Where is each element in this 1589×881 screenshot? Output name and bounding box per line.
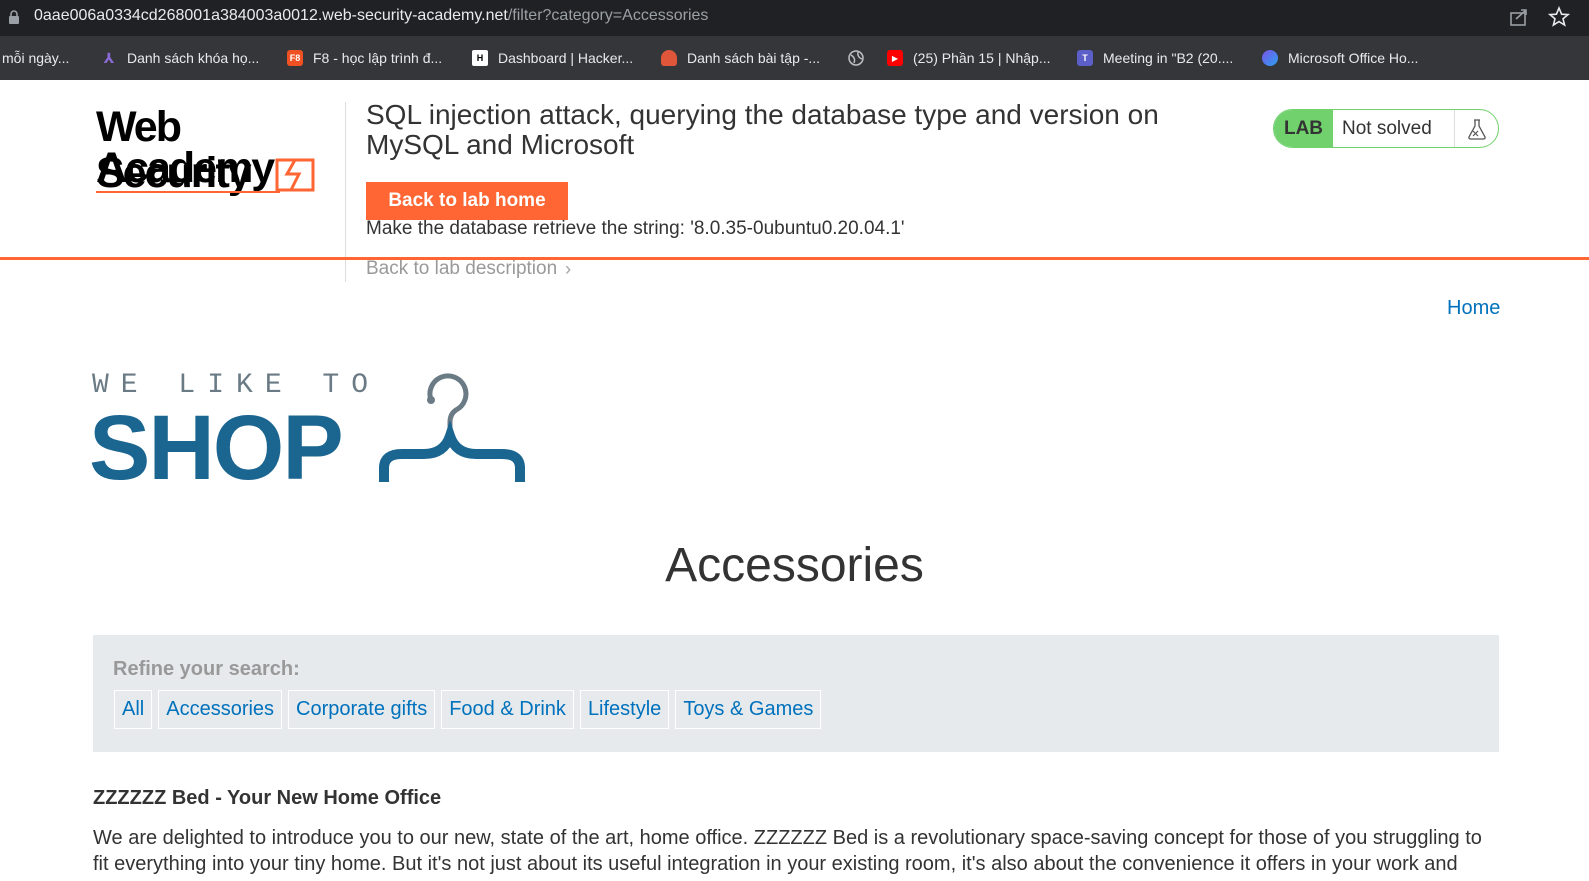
bookmark-item[interactable]: Danh sách bài tập -... <box>661 48 820 68</box>
category-title: Accessories <box>665 539 924 592</box>
bookmark-label: Meeting in "B2 (20.... <box>1103 50 1234 66</box>
bookmark-item[interactable] <box>848 48 874 68</box>
url-host: 0aae006a0334cd268001a384003a0012.web-sec… <box>34 7 508 24</box>
bookmark-item[interactable]: T Meeting in "B2 (20.... <box>1077 48 1233 68</box>
browser-address-bar[interactable]: 0aae006a0334cd268001a384003a0012.web-sec… <box>0 0 1589 36</box>
bookmark-label: Danh sách khóa họ... <box>127 50 260 66</box>
bookmark-item[interactable]: F8 F8 - học lập trình đ... <box>287 48 442 68</box>
back-description-label: Back to lab description <box>366 258 558 279</box>
flask-icon <box>1455 110 1498 147</box>
bookmark-label: F8 - học lập trình đ... <box>313 50 443 66</box>
we-like-to-shop-logo: WE LIKE TO SHOP <box>89 368 532 498</box>
shop-name: SHOP <box>89 397 344 499</box>
logo-line2: Academy <box>96 144 275 192</box>
bookmark-label: Microsoft Office Ho... <box>1288 50 1419 66</box>
url-text[interactable]: 0aae006a0334cd268001a384003a0012.web-sec… <box>34 7 708 25</box>
refine-search-label: Refine your search: <box>113 658 300 680</box>
logo-bolt-icon <box>275 158 315 192</box>
office-icon <box>1262 50 1278 66</box>
header-divider <box>345 102 346 282</box>
globe-icon <box>848 50 864 66</box>
home-link[interactable]: Home <box>1447 297 1500 320</box>
hanger-icon <box>379 373 525 482</box>
category-filters: All Accessories Corporate gifts Food & D… <box>114 690 827 729</box>
teams-icon: T <box>1077 50 1093 66</box>
lab-title: SQL injection attack, querying the datab… <box>366 99 1159 160</box>
academy-icon: ⅄ <box>103 49 115 66</box>
lock-icon <box>9 10 19 24</box>
bookmark-item[interactable]: Microsoft Office Ho... <box>1262 48 1418 68</box>
logo-underline <box>96 191 280 193</box>
filter-food-drink[interactable]: Food & Drink <box>441 690 574 729</box>
filter-toys-games[interactable]: Toys & Games <box>675 690 822 729</box>
bookmarks-bar: mỗi ngày... ⅄ Danh sách khóa họ... F8 F8… <box>0 36 1589 80</box>
product-description: We are delighted to introduce you to our… <box>93 827 1482 881</box>
person-icon <box>661 50 677 66</box>
back-to-lab-description-link[interactable]: Back to lab description ›› <box>366 258 571 280</box>
bookmark-item[interactable]: H Dashboard | Hacker... <box>472 48 633 68</box>
lab-instruction: Make the database retrieve the string: '… <box>366 218 905 239</box>
lab-status-text: Not solved <box>1333 110 1455 147</box>
filter-all[interactable]: All <box>114 690 153 729</box>
url-path: /filter?category=Accessories <box>507 7 709 24</box>
back-to-lab-home-button[interactable]: Back to lab home <box>366 182 568 220</box>
web-security-academy-logo[interactable]: Web Security Academy <box>96 104 342 196</box>
bookmark-item[interactable]: mỗi ngày... <box>2 48 69 68</box>
bookmark-label: mỗi ngày... <box>2 50 70 66</box>
filter-corporate-gifts[interactable]: Corporate gifts <box>288 690 436 729</box>
bookmark-item[interactable]: ⅄ Danh sách khóa họ... <box>101 48 260 68</box>
bookmark-label: Danh sách bài tập -... <box>687 50 821 66</box>
bookmark-item[interactable]: ▶ (25) Phần 15 | Nhập... <box>887 48 1051 68</box>
filter-lifestyle[interactable]: Lifestyle <box>579 690 670 729</box>
lab-badge: LAB <box>1274 110 1333 147</box>
lab-status-widget: LAB Not solved <box>1273 109 1499 148</box>
f8-icon: F8 <box>287 50 303 66</box>
product-title: ZZZZZZ Bed - Your New Home Office <box>93 787 442 809</box>
filter-accessories[interactable]: Accessories <box>158 690 283 729</box>
hackerrank-icon: H <box>472 50 488 66</box>
bookmark-label: Dashboard | Hacker... <box>498 50 634 66</box>
bookmark-star-icon[interactable] <box>1548 6 1570 28</box>
header-orange-rule <box>0 257 1589 260</box>
bookmark-label: (25) Phần 15 | Nhập... <box>913 50 1051 66</box>
share-icon[interactable] <box>1509 7 1529 27</box>
youtube-icon: ▶ <box>887 50 903 66</box>
